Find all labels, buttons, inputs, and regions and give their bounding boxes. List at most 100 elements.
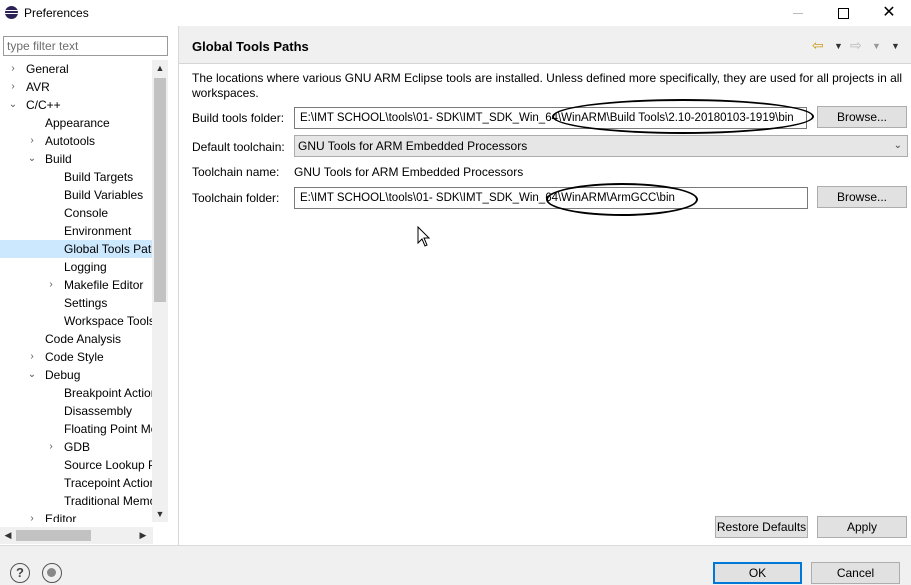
expand-chevron-down-icon[interactable]: ⌄: [8, 96, 18, 114]
back-dropdown-icon[interactable]: ▼: [834, 41, 843, 51]
toolchain-folder-field[interactable]: E:\IMT SCHOOL\tools\01- SDK\IMT_SDK_Win_…: [294, 187, 808, 209]
toolchain-folder-browse-button[interactable]: Browse...: [817, 186, 907, 208]
tree-item-label: Breakpoint Actions: [64, 386, 153, 400]
tree-item-label: Console: [64, 206, 109, 220]
tree-item-label: Autotools: [45, 134, 96, 148]
tree-item[interactable]: Tracepoint Actions: [0, 474, 153, 492]
tree-item-label: Debug: [45, 368, 81, 382]
tree-item[interactable]: Logging: [0, 258, 153, 276]
tree-item[interactable]: › Makefile Editor: [0, 276, 153, 294]
collapse-chevron-right-icon[interactable]: ›: [8, 78, 18, 96]
tree-item[interactable]: Disassembly: [0, 402, 153, 420]
collapse-chevron-right-icon[interactable]: ›: [27, 132, 37, 150]
tree-item[interactable]: Build Targets: [0, 168, 153, 186]
default-toolchain-value: GNU Tools for ARM Embedded Processors: [298, 139, 528, 153]
tree-vertical-scrollbar[interactable]: ▲ ▼: [152, 60, 168, 522]
toolchain-folder-label: Toolchain folder:: [192, 191, 280, 205]
tree-item[interactable]: › AVR: [0, 78, 153, 96]
page-description: The locations where various GNU ARM Ecli…: [192, 71, 903, 100]
scroll-down-icon[interactable]: ▼: [152, 506, 168, 522]
tree-item[interactable]: ⌄ Build: [0, 150, 153, 168]
tree-item[interactable]: Code Analysis: [0, 330, 153, 348]
forward-dropdown-icon[interactable]: ▼: [872, 41, 881, 51]
view-menu-icon[interactable]: ▼: [891, 41, 900, 51]
close-icon: ✕: [882, 4, 896, 21]
tree-item-label: GDB: [64, 440, 91, 454]
collapse-chevron-right-icon[interactable]: ›: [46, 438, 56, 456]
minimize-button[interactable]: [775, 0, 821, 26]
apply-button[interactable]: Apply: [817, 516, 907, 538]
tree-item-label: Build Targets: [64, 170, 134, 184]
tree-item-label: AVR: [26, 80, 50, 94]
default-toolchain-select[interactable]: GNU Tools for ARM Embedded Processors ⌄: [294, 135, 908, 157]
window-title: Preferences: [24, 6, 89, 20]
tree-item[interactable]: › Editor: [0, 510, 153, 522]
tree-item-label: Build Variables: [64, 188, 144, 202]
tree-item-label: Global Tools Paths: [64, 242, 153, 256]
tree-item-label: Makefile Editor: [64, 278, 144, 292]
tree-item[interactable]: › Code Style: [0, 348, 153, 366]
tree-item-label: Code Style: [45, 350, 104, 364]
collapse-chevron-right-icon[interactable]: ›: [8, 60, 18, 78]
tree-item[interactable]: › General: [0, 60, 153, 78]
preferences-tree-panel: › General › AVR ⌄ C/C++ Appearance › Autotools ⌄ B…: [0, 26, 177, 545]
scroll-up-icon[interactable]: ▲: [152, 60, 168, 76]
preferences-tree: › General › AVR ⌄ C/C++ Appearance › Autotools ⌄ B…: [0, 60, 153, 522]
collapse-chevron-right-icon[interactable]: ›: [27, 348, 37, 366]
tree-item-label: General: [26, 62, 69, 76]
preference-page: Global Tools Paths ⇦ ▼ ⇨ ▼ ▼ The locatio…: [179, 26, 911, 545]
cancel-button[interactable]: Cancel: [811, 562, 900, 584]
back-arrow-icon[interactable]: ⇦: [812, 37, 824, 54]
default-toolchain-label: Default toolchain:: [192, 140, 285, 154]
tree-item-label: Environment: [64, 224, 132, 238]
tree-item-label: Source Lookup Path: [64, 458, 153, 472]
collapse-chevron-right-icon[interactable]: ›: [46, 276, 56, 294]
mouse-pointer-icon: [417, 226, 431, 247]
build-tools-browse-button[interactable]: Browse...: [817, 106, 907, 128]
chevron-down-icon: ⌄: [893, 140, 902, 151]
tree-item[interactable]: Build Variables: [0, 186, 153, 204]
tree-item-label: Tracepoint Actions: [64, 476, 153, 490]
h-scroll-thumb[interactable]: [16, 530, 91, 541]
scroll-right-icon[interactable]: ▶: [135, 527, 151, 544]
maximize-button[interactable]: [820, 0, 866, 26]
build-tools-folder-label: Build tools folder:: [192, 111, 285, 125]
tree-item[interactable]: Appearance: [0, 114, 153, 132]
toolchain-name-value: GNU Tools for ARM Embedded Processors: [294, 165, 524, 179]
tree-item-label: Code Analysis: [45, 332, 122, 346]
title-bar: Preferences ✕: [0, 0, 911, 26]
page-title: Global Tools Paths: [192, 39, 309, 54]
expand-chevron-down-icon[interactable]: ⌄: [27, 150, 37, 168]
build-tools-folder-field[interactable]: E:\IMT SCHOOL\tools\01- SDK\IMT_SDK_Win_…: [294, 107, 807, 129]
scroll-left-icon[interactable]: ◀: [0, 527, 16, 544]
tree-item[interactable]: Global Tools Paths: [0, 240, 153, 258]
tree-item[interactable]: › GDB: [0, 438, 153, 456]
expand-chevron-down-icon[interactable]: ⌄: [27, 366, 37, 384]
tree-item[interactable]: › Autotools: [0, 132, 153, 150]
maximize-icon: [837, 8, 849, 20]
help-icon[interactable]: ?: [10, 563, 30, 583]
forward-arrow-icon[interactable]: ⇨: [850, 37, 862, 54]
tree-horizontal-scrollbar[interactable]: ◀ ▶: [0, 527, 153, 544]
collapse-chevron-right-icon[interactable]: ›: [27, 510, 37, 522]
tree-item[interactable]: Floating Point Mode: [0, 420, 153, 438]
tree-item-label: Logging: [64, 260, 107, 274]
filter-input[interactable]: [3, 36, 168, 56]
tree-item[interactable]: Environment: [0, 222, 153, 240]
scroll-thumb[interactable]: [154, 78, 166, 302]
tree-item[interactable]: Workspace Tools Paths: [0, 312, 153, 330]
record-macro-icon[interactable]: [42, 563, 62, 583]
eclipse-icon: [5, 6, 18, 19]
close-button[interactable]: ✕: [866, 0, 911, 26]
tree-item[interactable]: Console: [0, 204, 153, 222]
tree-item-label: Editor: [45, 512, 77, 522]
tree-item-label: Build: [45, 152, 72, 166]
tree-item[interactable]: Traditional Memory Rendering: [0, 492, 153, 510]
restore-defaults-button[interactable]: Restore Defaults: [715, 516, 808, 538]
ok-button[interactable]: OK: [713, 562, 802, 584]
tree-item[interactable]: Settings: [0, 294, 153, 312]
tree-item[interactable]: Source Lookup Path: [0, 456, 153, 474]
tree-item[interactable]: Breakpoint Actions: [0, 384, 153, 402]
tree-item[interactable]: ⌄ C/C++: [0, 96, 153, 114]
tree-item[interactable]: ⌄ Debug: [0, 366, 153, 384]
